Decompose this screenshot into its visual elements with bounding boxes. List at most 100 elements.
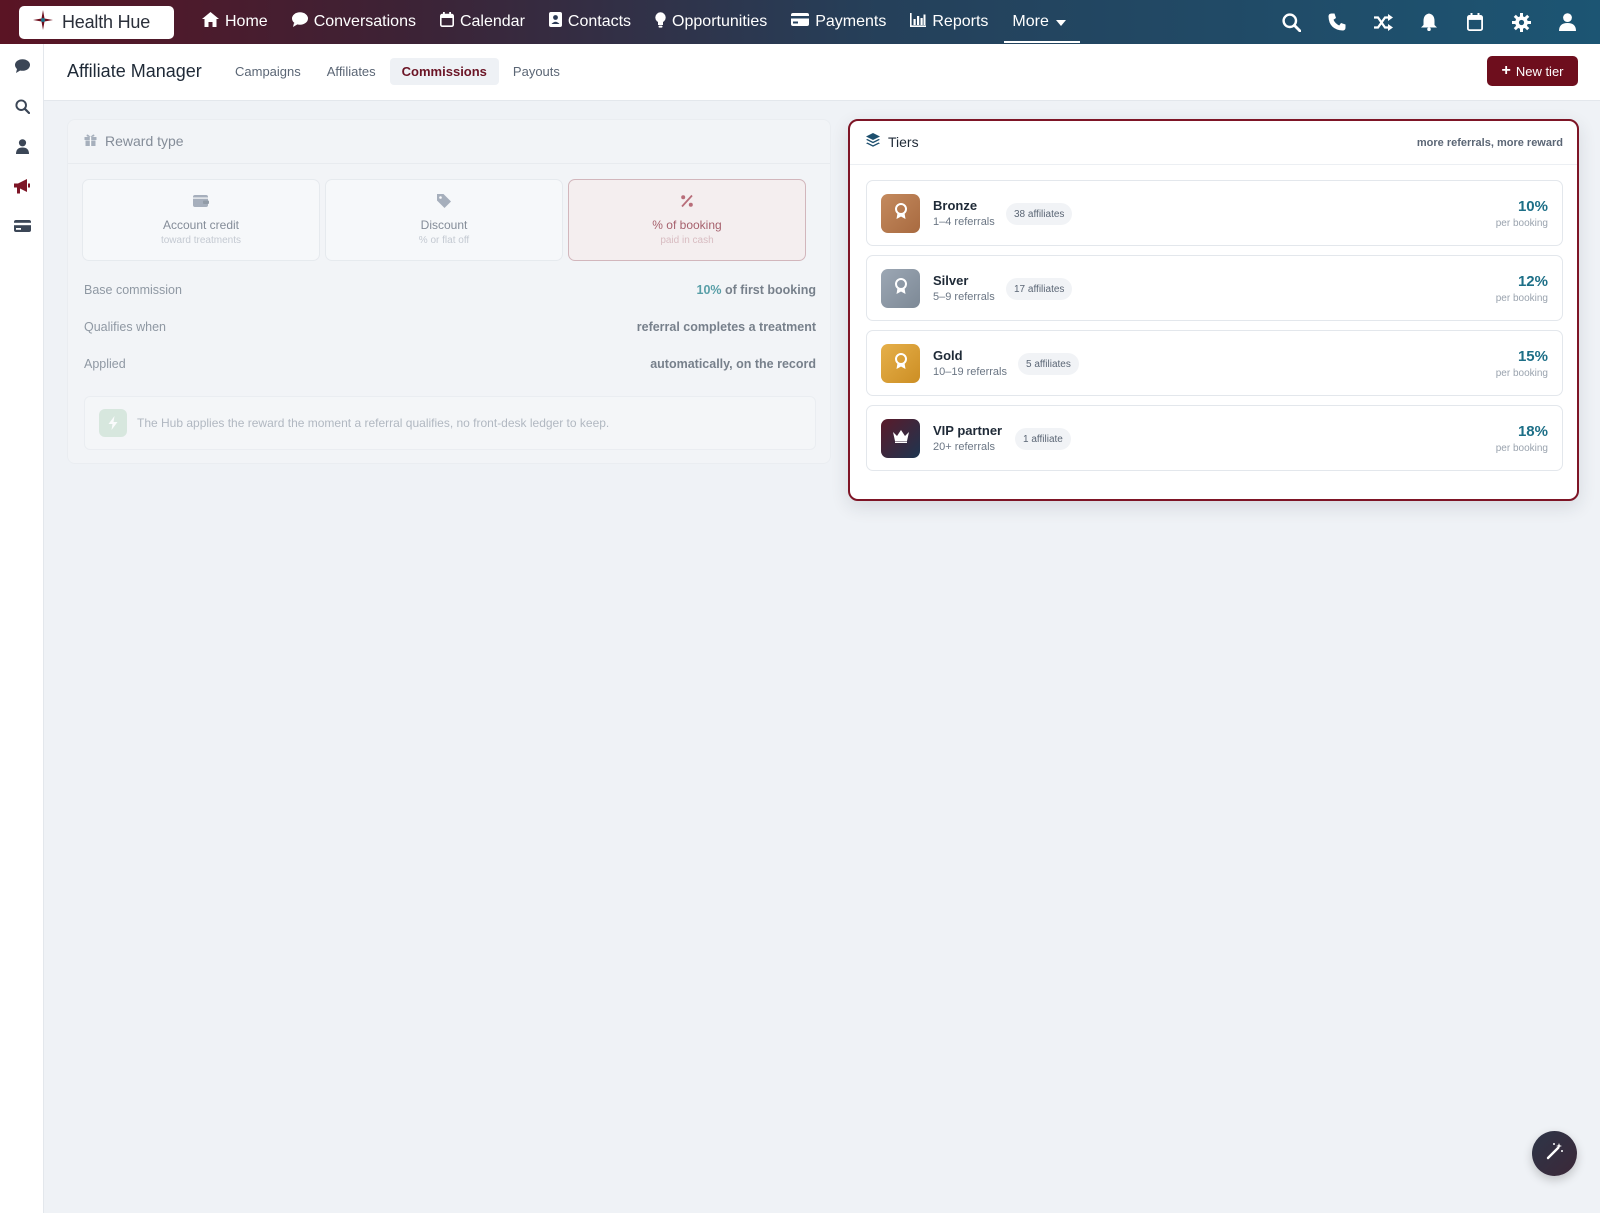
qualifies-when-row: Qualifies when referral completes a trea… [84, 320, 816, 334]
tier-affiliate-count: 38 affiliates [1006, 203, 1073, 225]
credit-card-icon [791, 13, 815, 31]
nav-reports-label: Reports [932, 13, 989, 30]
award-icon [894, 353, 908, 374]
award-icon [894, 278, 908, 299]
tab-campaigns[interactable]: Campaigns [223, 58, 313, 85]
home-icon [202, 12, 225, 32]
base-commission-rate: 10% [696, 283, 722, 297]
tier-affiliate-count: 5 affiliates [1018, 353, 1079, 375]
tier-name: Silver [933, 273, 969, 288]
tier-rate: 18% [1517, 423, 1548, 440]
contact-card-icon [548, 12, 568, 32]
tier-name: VIP partner [933, 423, 1003, 438]
bar-chart-icon [910, 12, 932, 32]
nav-home[interactable]: Home [190, 0, 280, 44]
option-discount[interactable]: Discount % or flat off [325, 179, 563, 261]
tier-row-gold[interactable]: Gold 10–19 referrals 5 affiliates 15% pe… [866, 330, 1563, 396]
tier-referrals: 20+ referrals [933, 441, 996, 453]
nav-contacts-label: Contacts [567, 13, 632, 30]
bell-icon[interactable] [1406, 0, 1452, 44]
credit-card-icon[interactable] [0, 206, 44, 246]
tier-rate-unit: per booking [1495, 218, 1548, 229]
tier-row-silver[interactable]: Silver 5–9 referrals 17 affiliates 12% p… [866, 255, 1563, 321]
calendar-icon [439, 12, 460, 32]
lightbulb-icon [655, 11, 672, 33]
tier-name: Bronze [933, 198, 978, 213]
tier-row-bronze[interactable]: Bronze 1–4 referrals 38 affiliates 10% p… [866, 180, 1563, 246]
tab-commissions[interactable]: Commissions [389, 58, 499, 85]
gift-icon [84, 133, 105, 149]
tiers-panel: Tiers more referrals, more reward Bronze… [848, 119, 1579, 501]
award-icon [894, 203, 908, 224]
base-commission-text: of first booking [725, 283, 816, 297]
top-nav: Health Hue Home Conversations Calendar C… [0, 0, 1600, 44]
calendar-icon[interactable] [1452, 0, 1498, 44]
wallet-icon [83, 194, 319, 210]
left-rail [0, 44, 44, 1213]
reward-type-title: Reward type [105, 133, 184, 149]
nav-conversations[interactable]: Conversations [280, 0, 428, 44]
nav-calendar[interactable]: Calendar [428, 0, 537, 44]
tier-affiliate-count: 1 affiliate [1015, 428, 1071, 450]
tab-bar: Campaigns Affiliates Commissions Payouts [223, 58, 574, 85]
chat-bubble-icon[interactable] [0, 46, 44, 86]
divider [68, 163, 830, 164]
option-account-credit[interactable]: Account credit toward treatments [82, 179, 320, 261]
new-tier-button[interactable]: + New tier [1487, 56, 1578, 86]
lightning-icon [99, 409, 127, 437]
search-icon[interactable] [1268, 0, 1314, 44]
row-key: Applied [84, 357, 126, 371]
caret-down-icon [1055, 13, 1072, 31]
user-icon[interactable] [1544, 0, 1590, 44]
phone-icon[interactable] [1314, 0, 1360, 44]
tab-affiliates[interactable]: Affiliates [315, 58, 388, 85]
layers-icon [866, 133, 888, 150]
nav-payments[interactable]: Payments [779, 0, 898, 44]
user-icon[interactable] [0, 126, 44, 166]
row-value: 10% of first booking [697, 283, 816, 297]
nav-opportunities[interactable]: Opportunities [643, 0, 779, 44]
tier-referrals: 10–19 referrals [933, 366, 1007, 378]
tier-referrals: 5–9 referrals [933, 291, 995, 303]
nav-opportunities-label: Opportunities [672, 13, 768, 30]
gear-icon[interactable] [1498, 0, 1544, 44]
option-label: Discount [420, 218, 468, 232]
option-percent-of-booking[interactable]: % of booking paid in cash [568, 179, 806, 261]
nav-calendar-label: Calendar [459, 13, 525, 30]
tier-badge [881, 269, 920, 308]
chat-bubble-icon [291, 12, 314, 32]
tier-row-vip-partner[interactable]: VIP partner 20+ referrals 1 affiliate 18… [866, 405, 1563, 471]
plus-icon: + [1501, 62, 1511, 79]
info-note-text: The Hub applies the reward the moment a … [137, 416, 610, 430]
row-key: Base commission [84, 283, 182, 297]
nav-contacts[interactable]: Contacts [537, 0, 643, 44]
shuffle-icon[interactable] [1360, 0, 1406, 44]
search-icon[interactable] [0, 86, 44, 126]
tier-name: Gold [933, 348, 963, 363]
option-label: % of booking [652, 218, 722, 232]
nav-more[interactable]: More [1004, 3, 1080, 43]
tiers-subtitle: more referrals, more reward [1416, 137, 1563, 149]
nav-conversations-label: Conversations [313, 13, 416, 30]
tier-rate-unit: per booking [1495, 293, 1548, 304]
page-title: Affiliate Manager [67, 61, 202, 81]
page-header: Affiliate Manager Campaigns Affiliates C… [44, 44, 1600, 101]
base-commission-row: Base commission 10% of first booking [84, 283, 816, 297]
new-tier-label: New tier [1515, 63, 1564, 79]
option-sublabel: toward treatments [160, 235, 242, 246]
tier-rate-unit: per booking [1495, 443, 1548, 454]
option-label: Account credit [162, 218, 240, 232]
brand-logo[interactable]: Health Hue [19, 5, 174, 39]
option-sublabel: % or flat off [418, 235, 470, 246]
logo-mark-icon [32, 9, 54, 36]
megaphone-icon[interactable] [0, 166, 44, 206]
nav-reports[interactable]: Reports [898, 0, 1000, 44]
applied-row: Applied automatically, on the record [84, 357, 816, 371]
crown-icon [892, 429, 909, 448]
row-value: referral completes a treatment [636, 320, 816, 334]
row-key: Qualifies when [84, 320, 166, 334]
tier-badge [881, 419, 920, 458]
tab-payouts[interactable]: Payouts [501, 58, 572, 85]
assistant-fab-button[interactable] [1532, 1131, 1577, 1176]
tag-icon [326, 194, 562, 210]
